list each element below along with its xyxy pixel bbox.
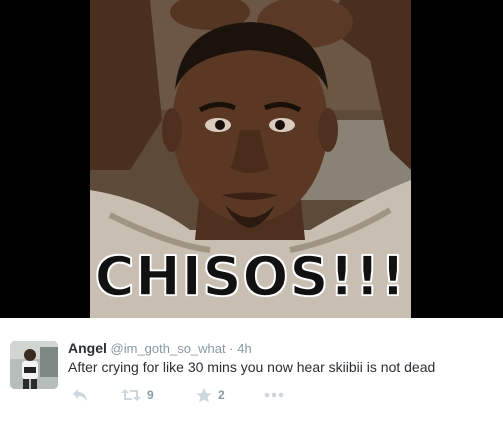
more-button[interactable] xyxy=(264,386,284,404)
meme-photo: CHISOS!!! xyxy=(90,0,411,318)
author-handle[interactable]: @im_goth_so_what xyxy=(111,341,226,356)
tweet-header: Angel @im_goth_so_what · 4h xyxy=(68,340,252,357)
favorite-count: 2 xyxy=(218,388,225,402)
retweet-count: 9 xyxy=(147,388,154,402)
retweet-button[interactable]: 9 xyxy=(121,386,154,404)
tweet-actions: 9 2 xyxy=(68,386,308,404)
tweet-page: CHISOS!!! Angel @im_goth_so_what · 4h Af… xyxy=(0,0,503,422)
avatar[interactable] xyxy=(10,341,58,389)
tweet-text: After crying for like 30 mins you now he… xyxy=(68,359,436,375)
tweet-timestamp[interactable]: 4h xyxy=(237,341,251,356)
avatar-image xyxy=(10,341,58,389)
more-dots-icon xyxy=(264,392,284,398)
author-name[interactable]: Angel xyxy=(68,340,107,356)
favorite-button[interactable]: 2 xyxy=(196,386,225,404)
star-icon xyxy=(196,387,212,402)
reply-icon xyxy=(73,389,87,401)
separator: · xyxy=(229,341,234,356)
tweet-media[interactable]: CHISOS!!! xyxy=(0,0,503,318)
meme-caption: CHISOS!!! xyxy=(94,245,407,308)
reply-button[interactable] xyxy=(72,386,88,404)
tweet: Angel @im_goth_so_what · 4h After crying… xyxy=(0,318,503,422)
retweet-icon xyxy=(121,389,141,401)
